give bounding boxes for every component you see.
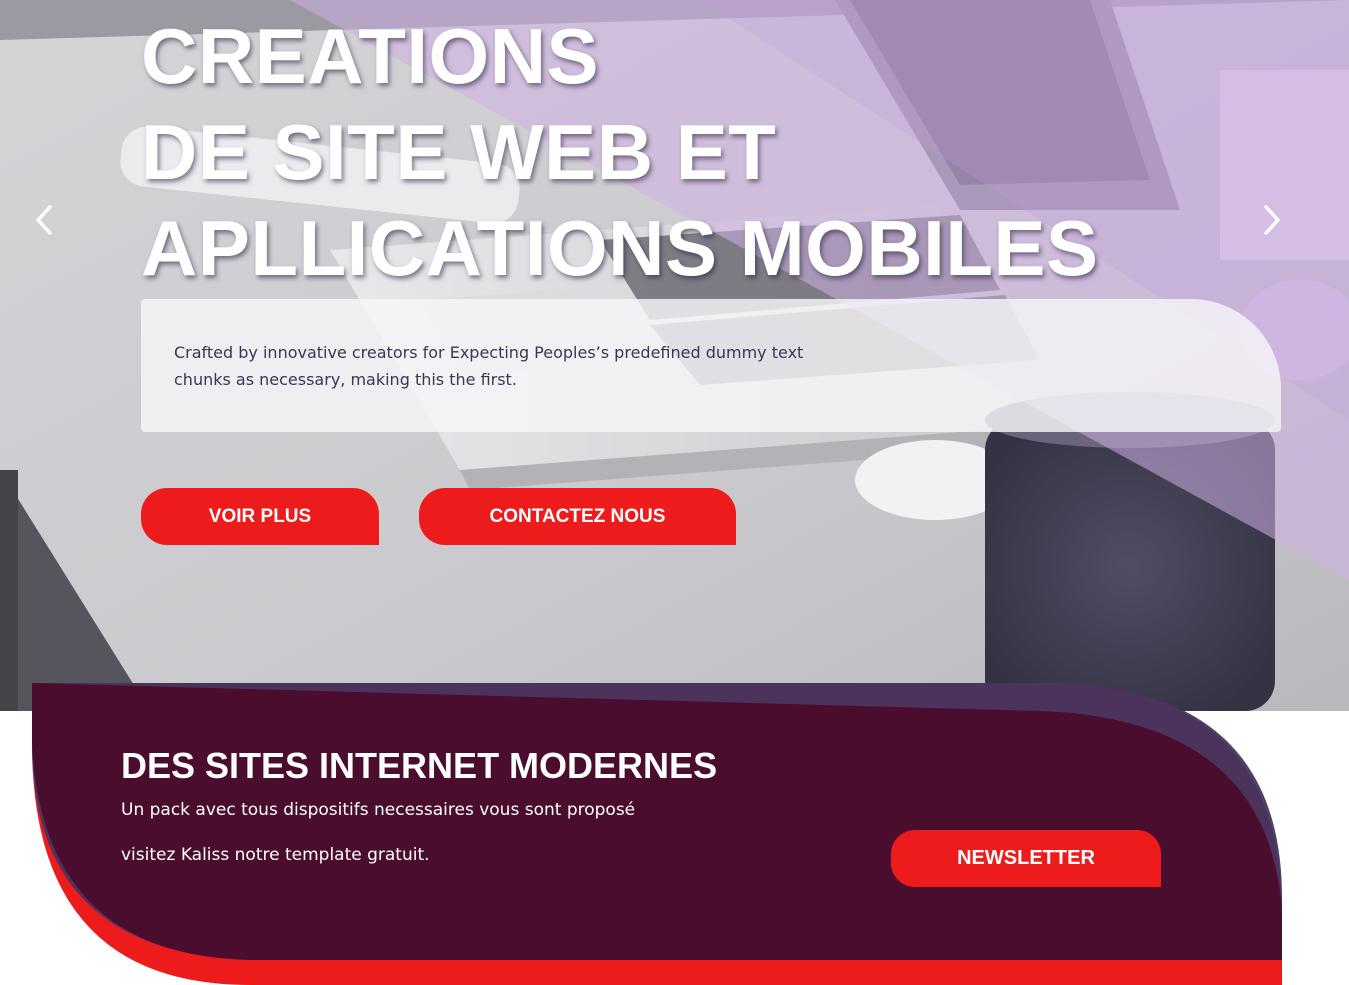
band-title: DES SITES INTERNET MODERNES: [121, 745, 718, 786]
hero-description: Crafted by innovative creators for Expec…: [174, 343, 804, 389]
chevron-left-icon: [36, 205, 52, 235]
hero-slider: CREATIONS DE SITE WEB ET APLLICATIONS MO…: [0, 0, 1349, 711]
newsletter-button[interactable]: NEWSLETTER: [891, 830, 1161, 887]
hero-title: CREATIONS DE SITE WEB ET APLLICATIONS MO…: [141, 8, 1099, 296]
voir-plus-button[interactable]: VOIR PLUS: [141, 488, 379, 545]
carousel-prev-button[interactable]: [24, 198, 64, 242]
hero-description-box: Crafted by innovative creators for Expec…: [141, 299, 1281, 432]
chevron-right-icon: [1264, 205, 1280, 235]
band-subtitle: Un pack avec tous dispositifs necessaire…: [121, 800, 636, 820]
hero-title-line-2: DE SITE WEB ET: [141, 108, 777, 196]
hero-title-line-1: CREATIONS: [141, 12, 600, 100]
band-note: visitez Kaliss notre template gratuit.: [121, 845, 430, 865]
contact-button[interactable]: CONTACTEZ NOUS: [419, 488, 736, 545]
hero-title-line-3: APLLICATIONS MOBILES: [141, 204, 1099, 292]
carousel-next-button[interactable]: [1252, 198, 1292, 242]
